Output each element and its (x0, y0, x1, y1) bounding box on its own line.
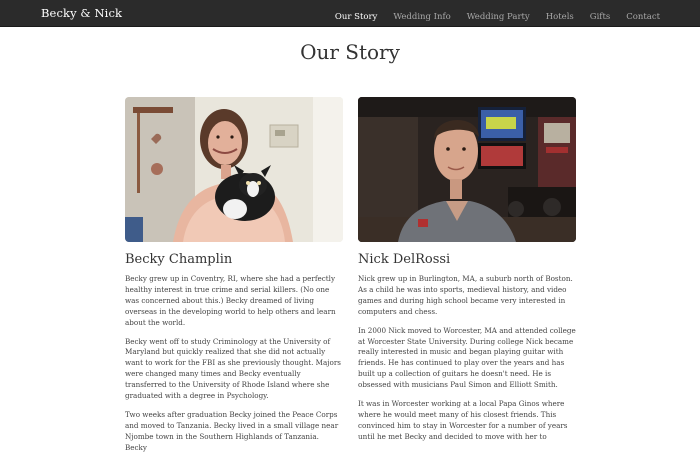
person-bio: Nick grew up in Burlington, MA, a suburb… (358, 274, 576, 443)
nav-link-our-story[interactable]: Our Story (335, 12, 377, 22)
bio-paragraph: Becky went off to study Criminology at t… (125, 336, 341, 401)
person-name: Becky Champlin (125, 252, 233, 267)
nick-photo-image (358, 97, 576, 242)
nav-item-gifts: Gifts (590, 4, 610, 23)
person-name: Nick DelRossi (358, 252, 451, 267)
bio-paragraph: Becky grew up in Coventry, RI, where she… (125, 274, 336, 327)
nav-link-wedding-party[interactable]: Wedding Party (467, 12, 530, 22)
bio-paragraph: Nick grew up in Burlington, MA, a suburb… (358, 274, 573, 316)
nav-item-wedding-info: Wedding Info (393, 4, 450, 23)
bio-paragraph: In 2000 Nick moved to Worcester, MA and … (358, 325, 576, 390)
nav-item-our-story: Our Story (335, 4, 377, 23)
top-navbar: Becky & Nick Our Story Wedding Info Wedd… (0, 0, 700, 27)
nick-photo (358, 97, 576, 242)
nav-item-contact: Contact (626, 4, 660, 23)
nav-link-hotels[interactable]: Hotels (546, 12, 574, 22)
nav-item-hotels: Hotels (546, 4, 574, 23)
nav-link-wedding-info[interactable]: Wedding Info (393, 12, 450, 22)
becky-photo-image (125, 97, 343, 242)
nav-link-gifts[interactable]: Gifts (590, 12, 610, 22)
nav-menu: Our Story Wedding Info Wedding Party Hot… (319, 0, 660, 27)
becky-photo (125, 97, 343, 242)
page-title: Our Story (300, 40, 400, 64)
person-card-becky: Becky Champlin Becky grew up in Coventry… (125, 97, 343, 454)
person-card-nick: Nick DelRossi Nick grew up in Burlington… (358, 97, 576, 443)
nav-link-contact[interactable]: Contact (626, 12, 660, 22)
person-bio: Becky grew up in Coventry, RI, where she… (125, 274, 343, 454)
bio-paragraph: Two weeks after graduation Becky joined … (125, 409, 339, 452)
nav-item-wedding-party: Wedding Party (467, 4, 530, 23)
brand-link[interactable]: Becky & Nick (41, 6, 122, 20)
bio-paragraph: It was in Worcester working at a local P… (358, 399, 568, 441)
